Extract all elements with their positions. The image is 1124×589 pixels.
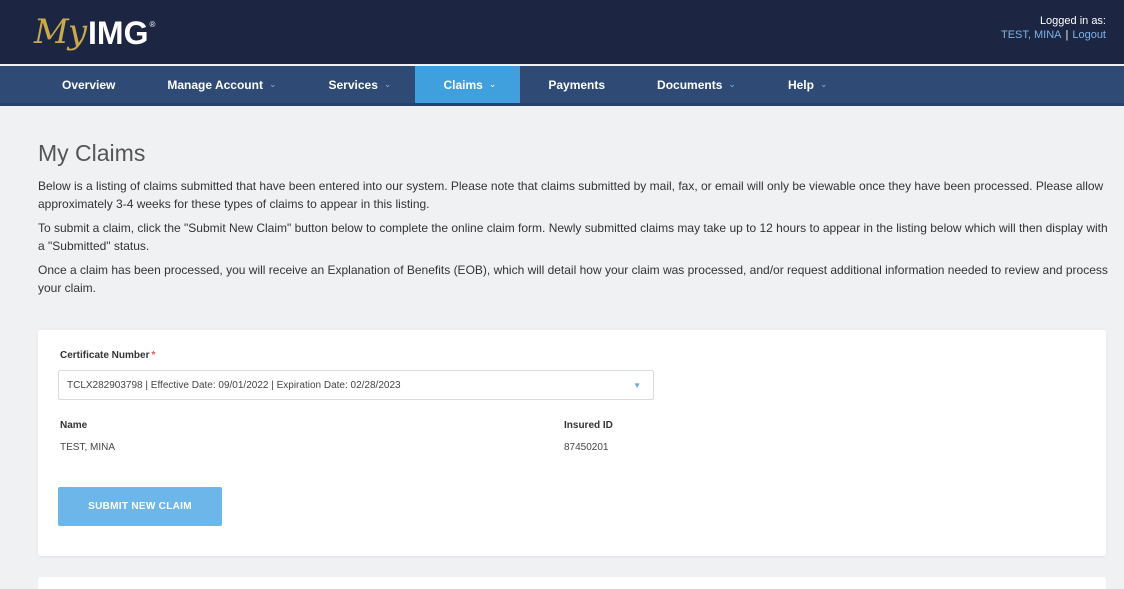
- certificate-label-text: Certificate Number: [60, 350, 150, 361]
- nav-item-overview[interactable]: Overview: [34, 66, 139, 103]
- intro-paragraph: Below is a listing of claims submitted t…: [38, 179, 1104, 211]
- nav-item-help[interactable]: Help ⌄: [760, 66, 852, 103]
- user-name-link[interactable]: TEST, MINA: [1001, 29, 1062, 41]
- certificate-number-label: Certificate Number *: [60, 350, 155, 361]
- chevron-down-icon: ⌄: [819, 79, 828, 89]
- nav-item-manage-account[interactable]: Manage Account ⌄: [139, 66, 300, 103]
- name-value: TEST, MINA: [60, 442, 116, 453]
- certificate-selected-value: TCLX282903798 | Effective Date: 09/01/20…: [67, 379, 401, 391]
- nav-item-payments[interactable]: Payments: [520, 66, 629, 103]
- nav-item-label: Payments: [548, 77, 606, 92]
- nav-item-label: Claims: [443, 77, 483, 92]
- nav-item-label: Services: [328, 77, 378, 92]
- chevron-down-icon: ⌄: [383, 79, 392, 89]
- intro-paragraph: To submit a claim, click the "Submit New…: [38, 221, 1108, 253]
- intro-paragraph: Once a claim has been processed, you wil…: [38, 263, 1108, 295]
- claims-list-card: [38, 577, 1106, 589]
- insured-id-label: Insured ID: [564, 420, 613, 431]
- main-content: My Claims Below is a listing of claims s…: [38, 140, 1108, 303]
- logged-in-label: Logged in as:: [1039, 15, 1106, 27]
- name-label: Name: [60, 420, 88, 431]
- claim-card: Certificate Number * TCLX282903798 | Effe…: [38, 330, 1106, 556]
- logo-registered-mark: ®: [149, 20, 156, 29]
- nav-item-documents[interactable]: Documents ⌄: [629, 66, 760, 103]
- chevron-down-icon: ⌄: [488, 79, 497, 89]
- certificate-number-select[interactable]: TCLX282903798 | Effective Date: 09/01/20…: [58, 370, 654, 400]
- nav-item-label: Help: [787, 77, 814, 92]
- chevron-down-icon: ⌄: [268, 79, 277, 89]
- page-title: My Claims: [38, 140, 146, 166]
- nav-item-label: Overview: [62, 77, 116, 92]
- submit-new-claim-button[interactable]: SUBMIT NEW CLAIM: [58, 487, 222, 526]
- login-info: Logged in as: TEST, MINA | Logout: [1001, 14, 1106, 42]
- logo-img-text: IMG: [88, 15, 149, 51]
- main-nav: Overview Manage Account ⌄ Services ⌄ Cla…: [0, 66, 1124, 106]
- nav-item-label: Manage Account: [167, 77, 263, 92]
- nav-item-services[interactable]: Services ⌄: [301, 66, 416, 103]
- insured-id-value: 87450201: [564, 442, 609, 453]
- chevron-down-icon: ⌄: [728, 79, 736, 89]
- logout-link[interactable]: Logout: [1072, 29, 1106, 41]
- caret-down-icon: ▼: [633, 381, 641, 390]
- nav-item-label: Documents: [657, 77, 723, 92]
- myimg-logo[interactable]: My IMG ®: [34, 12, 155, 52]
- login-separator: |: [1065, 29, 1069, 41]
- required-marker: *: [151, 350, 156, 361]
- nav-item-claims[interactable]: Claims ⌄: [415, 66, 521, 103]
- logo-my-text: My: [34, 12, 87, 52]
- top-header: My IMG ® Logged in as: TEST, MINA | Logout: [0, 0, 1124, 64]
